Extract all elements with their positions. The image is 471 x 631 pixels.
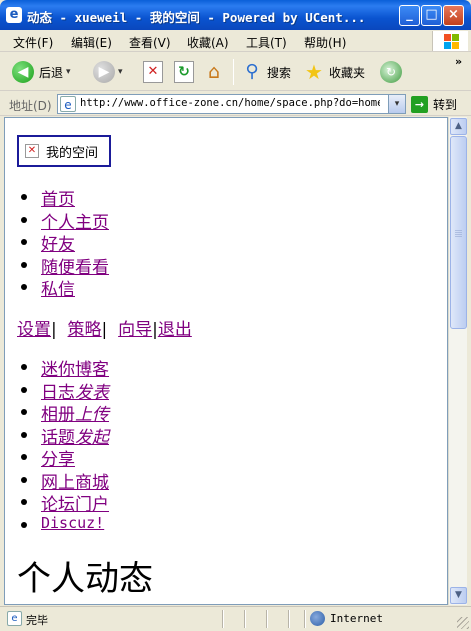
app-item[interactable]: 相册上传 [21,400,109,425]
address-label: 地址(D) [9,99,52,113]
menu-bar: 文件(F) 编辑(E) 查看(V) 收藏(A) 工具(T) 帮助(H) [0,30,471,52]
back-button[interactable]: ◀ 后退 ▾ [12,58,71,86]
menu-view[interactable]: 查看(V) [129,34,171,51]
internet-zone-globe-icon [310,611,325,626]
app-nav: 迷你博客 日志发表 相册上传 话题发起 分享 网上商城 论坛门户 Discuz! [21,355,109,536]
home-icon: ⌂ [207,61,221,83]
grip-icon: ― ― ― ― [455,226,462,240]
vertical-scrollbar[interactable]: ▲ ― ― ― ― ▼ [448,117,467,605]
scroll-thumb[interactable]: ― ― ― ― [450,136,467,329]
app-discuz-link[interactable]: Discuz! [41,514,104,532]
menu-help[interactable]: 帮助(H) [304,34,346,51]
scroll-up-icon[interactable]: ▲ [450,118,467,135]
guide-link[interactable]: 向导 [118,320,152,340]
app-item[interactable]: 日志发表 [21,378,109,403]
search-label: 搜索 [267,65,292,80]
status-page-icon: e [7,611,22,626]
app-item[interactable]: 话题发起 [21,423,109,448]
logo-alt-text: 我的空间 [46,146,99,161]
site-logo-link[interactable]: ✕ 我的空间 [17,135,111,167]
go-button[interactable]: → 转到 [411,95,457,113]
toolbar: ◀ 后退 ▾ ▶ ▾ ✕ ↻ ⌂ ⚲ 搜索 ★ 收藏夹 ↻ » [0,53,471,91]
address-url[interactable]: http://www.office-zone.cn/home/space.php… [80,97,380,109]
toolbar-separator [233,59,234,85]
feed-heading: 个人动态 [17,559,153,599]
menu-tools[interactable]: 工具(T) [246,34,287,51]
page-icon: e [60,96,76,112]
nav-item-home[interactable]: 首页 [21,185,109,210]
ie-icon: e [6,7,22,23]
close-button[interactable]: × [443,5,464,26]
status-divider [304,610,306,628]
star-icon: ★ [305,60,323,84]
window-title: 动态 - xueweil - 我的空间 - Powered by UCent..… [27,10,366,25]
app-item[interactable]: 网上商城 [21,468,109,493]
address-input[interactable]: e http://www.office-zone.cn/home/space.p… [57,94,406,114]
settings-link[interactable]: 设置 [17,320,51,340]
stop-button[interactable]: ✕ [143,58,163,86]
stop-icon: ✕ [143,61,163,83]
search-icon: ⚲ [245,61,259,82]
app-item[interactable]: 分享 [21,445,109,470]
menu-edit[interactable]: 编辑(E) [71,34,112,51]
app-item[interactable]: Discuz! [21,513,109,536]
refresh-button[interactable]: ↻ [174,58,194,86]
address-dropdown-icon[interactable]: ▾ [388,95,405,113]
resize-grip-icon[interactable] [457,617,469,629]
favorites-button[interactable]: ★ 收藏夹 [303,58,365,86]
status-divider [288,610,290,628]
menu-favorites[interactable]: 收藏(A) [187,34,229,51]
main-nav: 首页 个人主页 好友 随便看看 私信 [21,185,109,300]
status-divider [222,610,224,628]
user-actions: 设置| 策略| 向导|退出 [17,320,192,340]
media-icon: ↻ [380,61,402,83]
privacy-link[interactable]: 策略 [68,320,102,340]
back-dropdown-icon[interactable]: ▾ [66,67,71,77]
home-button[interactable]: ⌂ [203,58,225,86]
status-text: 完毕 [26,614,48,627]
status-divider [244,610,246,628]
back-label: 后退 [39,65,64,80]
nav-messages-link[interactable]: 私信 [41,280,75,300]
nav-item-messages[interactable]: 私信 [21,275,109,300]
security-zone-label: Internet [330,612,383,625]
menu-file[interactable]: 文件(F) [13,34,53,51]
status-divider [266,610,268,628]
forward-arrow-icon: ▶ [93,61,115,83]
status-bar: e 完毕 Internet [0,606,471,631]
scroll-down-icon[interactable]: ▼ [450,587,467,604]
maximize-button[interactable]: □ [421,5,442,26]
back-arrow-icon: ◀ [12,61,34,83]
go-arrow-icon: → [411,95,428,113]
minimize-button[interactable]: _ [399,5,420,26]
refresh-icon: ↻ [174,61,194,83]
favorites-label: 收藏夹 [329,65,366,80]
logout-link[interactable]: 退出 [158,320,192,340]
app-item[interactable]: 论坛门户 [21,490,109,515]
nav-item-profile[interactable]: 个人主页 [21,208,109,233]
forward-dropdown-icon[interactable]: ▾ [118,67,123,77]
address-bar: 地址(D) e http://www.office-zone.cn/home/s… [0,92,471,116]
media-button[interactable]: ↻ [380,58,402,86]
nav-item-friends[interactable]: 好友 [21,230,109,255]
page-content: ✕ 我的空间 首页 个人主页 好友 随便看看 私信 设置| 策略| 向导|退出 … [4,117,448,605]
broken-image-icon: ✕ [25,144,39,158]
app-item[interactable]: 迷你博客 [21,355,109,380]
forward-button[interactable]: ▶ ▾ [93,58,123,86]
windows-logo-icon [432,31,468,51]
nav-item-explore[interactable]: 随便看看 [21,253,109,278]
toolbar-more-chevron-icon[interactable]: » [455,55,462,68]
search-button[interactable]: ⚲ 搜索 [241,58,291,86]
title-bar[interactable]: e 动态 - xueweil - 我的空间 - Powered by UCent… [0,0,471,30]
go-label: 转到 [433,97,458,112]
